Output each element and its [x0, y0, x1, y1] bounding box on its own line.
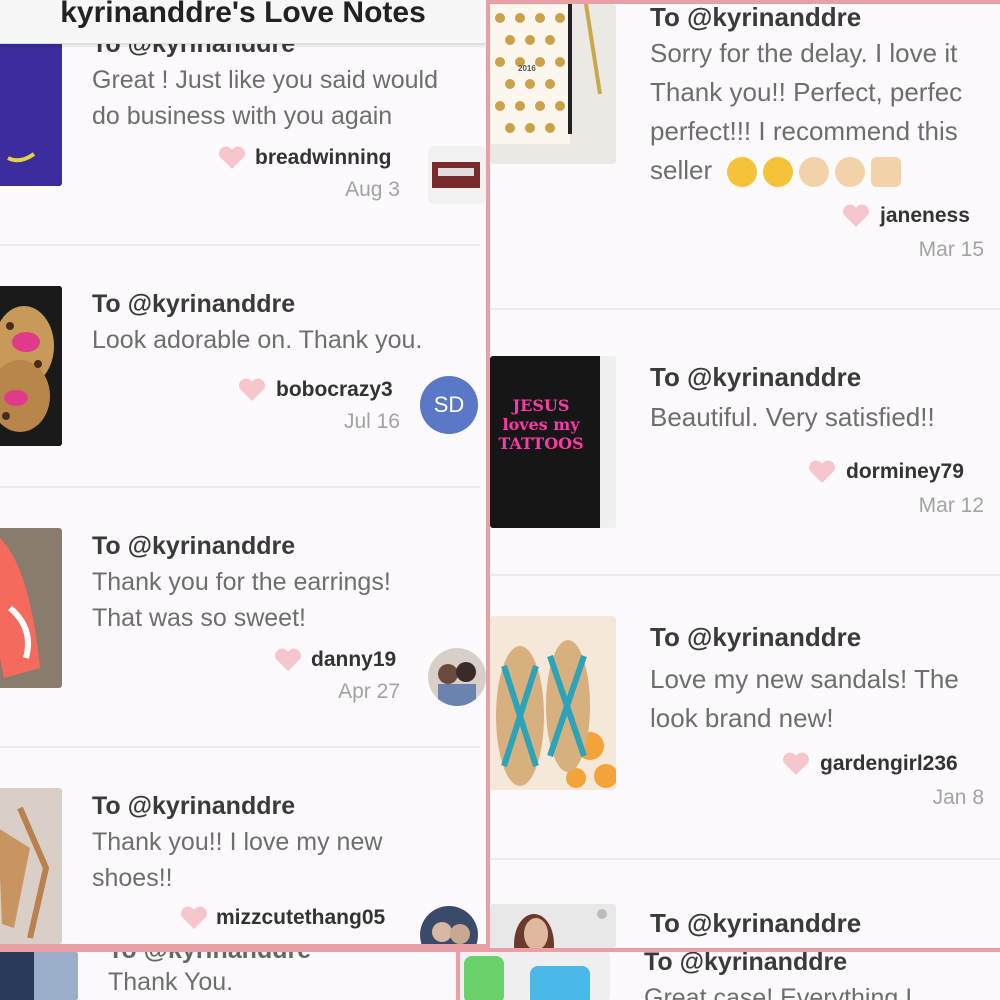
love-note-item[interactable]: 2016 To @kyrinanddre Sorry for the delay… [490, 4, 1000, 310]
nike-shirt-image [0, 40, 62, 186]
user-avatar[interactable] [428, 146, 486, 204]
heart-icon [809, 460, 835, 483]
note-recipient: To @kyrinanddre [650, 622, 862, 652]
note-message-line: Thank You. [108, 968, 234, 996]
emoji-row [727, 155, 907, 188]
note-date: Mar 12 [918, 494, 984, 517]
note-recipient: To @kyrinanddre [650, 908, 862, 938]
love-note-item[interactable]: To @kyrinanddre Look adorable on. Thank … [0, 246, 486, 488]
note-message-line: Sorry for the delay. I love it [650, 38, 958, 68]
planner-year-label: 2016 [518, 64, 536, 73]
listing-thumbnail[interactable] [0, 286, 62, 446]
note-message-line: Love my new sandals! The [650, 664, 959, 694]
listing-thumbnail[interactable] [0, 788, 62, 944]
note-message-line: do business with you again [92, 102, 393, 130]
note-username[interactable]: gardengirl236 [820, 752, 958, 776]
phone-case-image [460, 952, 610, 1000]
listing-image [0, 952, 78, 1000]
heart-icon [275, 648, 301, 671]
polka-dot-planner-image [490, 4, 616, 164]
listing-thumbnail[interactable] [0, 528, 62, 688]
note-username[interactable]: janeness [880, 204, 970, 228]
right-screenshot-panel: 2016 To @kyrinanddre Sorry for the delay… [490, 4, 1000, 948]
note-message-line: seller [650, 151, 907, 190]
note-username[interactable]: dorminey79 [846, 460, 964, 484]
note-date: Apr 27 [338, 680, 400, 703]
avatar-image [428, 648, 486, 706]
clap-emoji-icon [835, 157, 866, 188]
note-recipient: To @kyrinanddre [650, 4, 862, 32]
note-username[interactable]: danny19 [311, 648, 396, 672]
user-avatar[interactable] [420, 906, 478, 944]
note-date: Jul 16 [343, 410, 400, 433]
listing-thumbnail[interactable] [490, 904, 616, 948]
sandals-image [490, 616, 616, 790]
user-avatar[interactable]: SD [420, 376, 478, 434]
listing-thumbnail[interactable]: 2016 [490, 4, 616, 164]
avatar-image [420, 906, 478, 944]
note-message-line: Thank you!! I love my new [92, 828, 383, 856]
note-username[interactable]: mizzcutethang05 [216, 906, 385, 930]
note-message-line: Look adorable on. Thank you. [92, 326, 423, 354]
note-date: Jan 8 [932, 786, 984, 809]
heels-image [0, 788, 62, 944]
note-recipient: To @kyrinanddre [92, 290, 296, 318]
nike-sneaker-image [0, 528, 62, 688]
note-recipient: To @kyrinanddre [650, 362, 862, 392]
note-recipient: To @kyrinanddre [92, 532, 296, 560]
heart-icon [783, 752, 809, 775]
bottom-right-screenshot-panel: To @kyrinanddre Great case! Everything I [460, 952, 1000, 1000]
heart-icon [843, 204, 869, 227]
avatar-image [428, 146, 486, 204]
note-username[interactable]: breadwinning [255, 146, 392, 170]
left-screenshot-panel: kyrinanddre's Love Notes To @kyrinanddre… [0, 0, 486, 944]
love-note-item[interactable]: To @kyrinanddre Thank you for the earrin… [0, 488, 486, 748]
note-message-line: Beautiful. Very satisfied!! [650, 402, 935, 432]
heart-icon [239, 378, 265, 401]
love-note-item[interactable]: To @kyrinanddre [490, 860, 1000, 948]
love-note-item[interactable]: To @kyrinanddre Thank you!! I love my ne… [0, 748, 486, 944]
bottom-left-screenshot-panel: To @kyrinanddre Thank You. [0, 952, 456, 1000]
portrait-image [490, 904, 616, 948]
smile-emoji-icon [727, 157, 758, 188]
listing-thumbnail[interactable] [460, 952, 610, 1000]
note-recipient: To @kyrinanddre [644, 952, 848, 976]
note-date: Aug 3 [345, 178, 400, 201]
note-date: Mar 15 [918, 238, 984, 261]
note-message-line: That was so sweet! [92, 604, 306, 632]
note-message-line: Thank you!! Perfect, perfec [650, 77, 963, 107]
page-title: kyrinanddre's Love Notes [0, 0, 486, 44]
note-message-line: Great ! Just like you said would [92, 66, 438, 94]
note-message-line: look brand new! [650, 703, 834, 733]
leopard-shoes-image [0, 286, 62, 446]
note-username[interactable]: bobocrazy3 [276, 378, 393, 402]
note-message-line: Great case! Everything I [644, 984, 913, 1000]
love-note-item[interactable]: JESUS loves my TATTOOS To @kyrinanddre B… [490, 310, 1000, 576]
note-message-line: perfect!!! I recommend this [650, 116, 958, 146]
heart-icon [219, 146, 245, 169]
clap-emoji-icon [799, 157, 830, 188]
note-message-line: Thank you for the earrings! [92, 568, 391, 596]
shirt-print-text: JESUS loves my TATTOOS [498, 396, 584, 453]
note-recipient: To @kyrinanddre [92, 792, 296, 820]
heart-icon [181, 906, 207, 929]
note-message-text: seller [650, 155, 713, 185]
love-note-item[interactable]: To @kyrinanddre Love my new sandals! The… [490, 576, 1000, 860]
listing-thumbnail[interactable]: JESUS loves my TATTOOS [490, 356, 616, 528]
listing-thumbnail[interactable] [0, 40, 62, 186]
smile-emoji-icon [763, 157, 794, 188]
thumbs-up-emoji-icon [871, 157, 902, 188]
listing-thumbnail[interactable] [490, 616, 616, 790]
user-avatar[interactable] [428, 648, 486, 706]
listing-thumbnail[interactable] [0, 952, 78, 1000]
note-message-line: shoes!! [92, 864, 173, 892]
